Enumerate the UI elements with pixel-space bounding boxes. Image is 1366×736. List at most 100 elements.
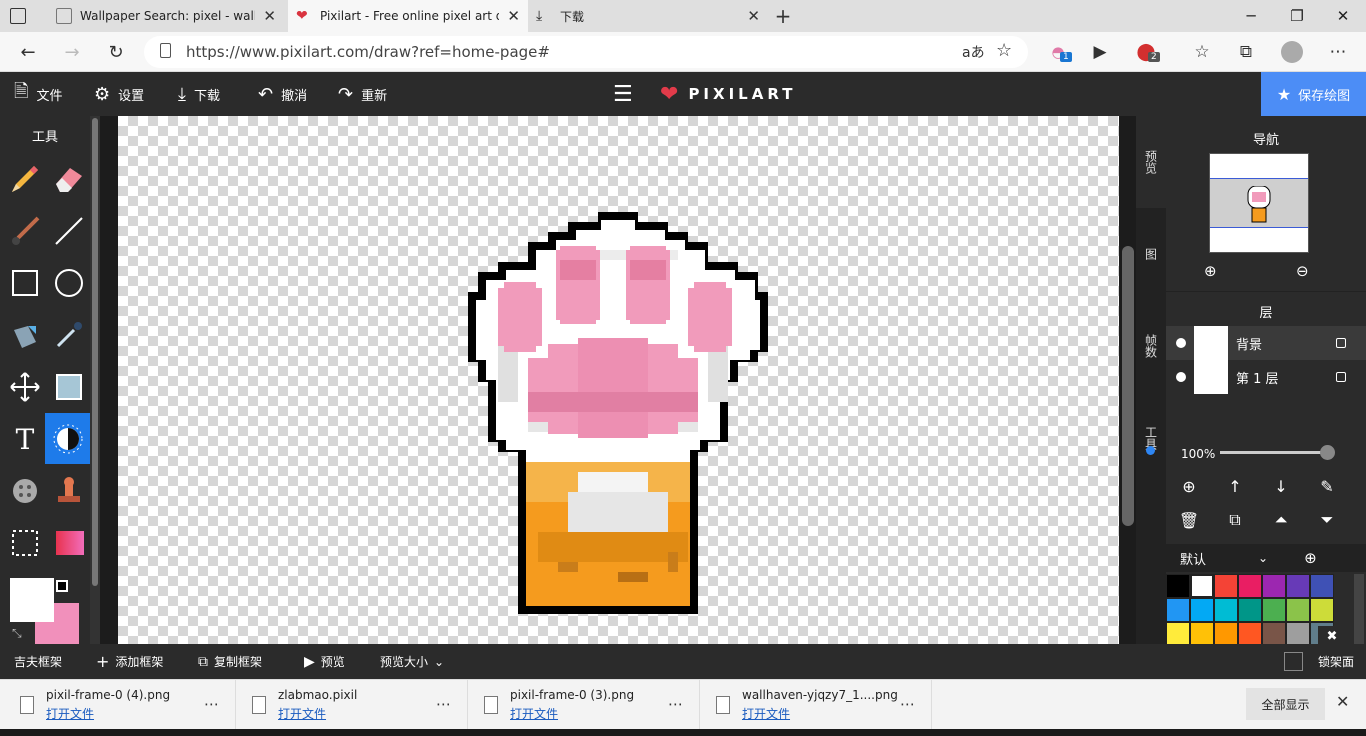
hamburger-menu-icon[interactable]: ☰	[613, 72, 633, 116]
opacity-slider[interactable]	[1220, 451, 1330, 454]
add-palette-icon[interactable]: ⊕	[1304, 549, 1317, 567]
canvas-scroll-thumb[interactable]	[1122, 246, 1134, 526]
palette-swatch[interactable]	[1166, 598, 1190, 622]
palette-swatch[interactable]	[1238, 598, 1262, 622]
palette-swatch[interactable]	[1166, 574, 1190, 598]
show-all-downloads-button[interactable]: 全部显示	[1246, 688, 1325, 720]
palette-swatch[interactable]	[1310, 598, 1334, 622]
opacity-slider-handle[interactable]	[1320, 445, 1335, 460]
download-item[interactable]: pixil-frame-0 (3).png 打开文件 ⋯	[468, 680, 700, 730]
tab-tools[interactable]: 工具	[1136, 392, 1166, 484]
preview-button[interactable]: ▶ 预览	[304, 644, 345, 679]
palette-swatch[interactable]	[1310, 574, 1334, 598]
eraser-tool[interactable]	[47, 157, 91, 201]
redo-button[interactable]: ↷ 重新	[338, 72, 387, 116]
lock-frame-checkbox[interactable]	[1284, 652, 1303, 671]
file-button[interactable]: 🗎 文件	[14, 72, 63, 116]
close-tab-icon[interactable]: ✕	[263, 7, 276, 25]
palette-swatch[interactable]	[1286, 598, 1310, 622]
duplicate-layer-icon[interactable]: ⧉	[1212, 502, 1258, 538]
zoom-in-icon[interactable]: ⊕	[1204, 262, 1217, 280]
move-layer-down-icon[interactable]: ↓	[1258, 468, 1304, 504]
url-input[interactable]: https://www.pixilart.com/draw?ref=home-p…	[144, 36, 1028, 68]
close-tab-icon[interactable]: ✕	[507, 7, 520, 25]
navigator-preview[interactable]	[1209, 153, 1309, 253]
layer-lock-checkbox[interactable]	[1336, 338, 1346, 348]
lighten-darken-tool[interactable]	[45, 413, 90, 464]
gradient-tool[interactable]	[47, 521, 91, 565]
favorites-icon[interactable]: ☆	[1184, 32, 1220, 72]
palette-swatch[interactable]	[1262, 574, 1286, 598]
new-tab-icon[interactable]: +	[770, 0, 796, 32]
read-aloud-icon[interactable]: aあ	[962, 42, 985, 62]
eyedropper-tool[interactable]	[47, 313, 91, 357]
tools-scroll-thumb[interactable]	[92, 118, 98, 586]
more-options-icon[interactable]: ⋯	[204, 695, 219, 713]
palette-swatch[interactable]	[1214, 574, 1238, 598]
restore-icon[interactable]: ❐	[1274, 0, 1320, 32]
close-tab-icon[interactable]: ✕	[747, 7, 760, 25]
text-tool[interactable]: T	[3, 417, 47, 461]
minimize-icon[interactable]: ─	[1228, 0, 1274, 32]
swap-colors-icon[interactable]	[56, 580, 68, 592]
select-tool[interactable]	[3, 521, 47, 565]
layer-row-1[interactable]: 第 1 层	[1166, 360, 1366, 394]
close-palette-icon[interactable]: ✖	[1318, 626, 1346, 646]
add-layer-icon[interactable]: ⊕	[1166, 468, 1212, 504]
palette-swatch[interactable]	[1286, 574, 1310, 598]
layer-row-background[interactable]: 背景	[1166, 326, 1366, 360]
merge-up-icon[interactable]: ⏶	[1258, 502, 1304, 538]
more-options-icon[interactable]: ⋯	[668, 695, 683, 713]
brush-tool[interactable]	[3, 209, 47, 253]
open-file-link[interactable]: 打开文件	[278, 705, 357, 722]
open-file-link[interactable]: 打开文件	[46, 705, 170, 722]
download-item[interactable]: wallhaven-yjqzy7_1....png 打开文件 ⋯	[700, 680, 932, 730]
tab-actions-icon[interactable]	[10, 8, 26, 24]
stamp-tool[interactable]	[47, 469, 91, 513]
copy-frame-button[interactable]: ⧉ 复制框架	[198, 644, 262, 679]
palette-swatch[interactable]	[1190, 574, 1214, 598]
pencil-tool[interactable]	[3, 157, 47, 201]
refresh-icon[interactable]: ↻	[98, 32, 134, 72]
tab-wallhaven[interactable]: Wallpaper Search: pixel - wallhav ✕	[48, 0, 284, 32]
download-item[interactable]: pixil-frame-0 (4).png 打开文件 ⋯	[4, 680, 236, 730]
extension-play-icon[interactable]: ▶	[1082, 32, 1118, 72]
palette-swatch[interactable]	[1238, 622, 1262, 646]
reset-colors-icon[interactable]: ⤡	[12, 626, 22, 641]
bucket-tool[interactable]	[3, 313, 47, 357]
open-file-link[interactable]: 打开文件	[510, 705, 634, 722]
tab-image[interactable]: 图	[1136, 208, 1166, 300]
shape-fill-tool[interactable]	[47, 365, 91, 409]
merge-down-icon[interactable]: ⏷	[1304, 502, 1350, 538]
palette-swatch[interactable]	[1190, 598, 1214, 622]
palette-swatch[interactable]	[1238, 574, 1262, 598]
forward-icon[interactable]: →	[54, 32, 90, 72]
tab-downloads[interactable]: ⤓ 下载 ✕	[528, 0, 768, 32]
more-options-icon[interactable]: ⋯	[900, 695, 915, 713]
move-layer-up-icon[interactable]: ↑	[1212, 468, 1258, 504]
close-download-bar-icon[interactable]: ✕	[1336, 692, 1349, 711]
move-tool[interactable]	[3, 365, 47, 409]
more-options-icon[interactable]: ⋯	[436, 695, 451, 713]
extension-adblock-icon[interactable]: ⬤ 2	[1128, 32, 1164, 72]
pixilart-logo[interactable]: ❤ PIXILART	[660, 72, 796, 116]
extension-cat-icon[interactable]: ◓ 1	[1040, 32, 1076, 72]
palette-swatch[interactable]	[1190, 622, 1214, 646]
add-frame-button[interactable]: + 添加框架	[96, 644, 163, 679]
preview-size-dropdown[interactable]: 预览大小 ⌄	[380, 644, 444, 679]
zoom-out-icon[interactable]: ⊖	[1296, 262, 1309, 280]
chevron-down-icon[interactable]: ⌄	[1258, 551, 1268, 565]
frames-label[interactable]: 吉夫框架	[14, 644, 62, 679]
download-button[interactable]: ⤓ 下载	[178, 72, 220, 116]
palette-swatch[interactable]	[1214, 598, 1238, 622]
tab-frames[interactable]: 帧数	[1136, 300, 1166, 392]
settings-button[interactable]: ⚙ 设置	[94, 72, 144, 116]
palette-swatch[interactable]	[1166, 622, 1190, 646]
palette-swatch[interactable]	[1286, 622, 1310, 646]
circle-tool[interactable]	[47, 261, 91, 305]
close-window-icon[interactable]: ✕	[1320, 0, 1366, 32]
delete-layer-icon[interactable]: 🗑	[1166, 502, 1212, 538]
primary-color-front[interactable]	[10, 578, 54, 622]
profile-avatar[interactable]	[1274, 32, 1310, 72]
save-drawing-button[interactable]: ★ 保存绘图	[1261, 72, 1366, 116]
